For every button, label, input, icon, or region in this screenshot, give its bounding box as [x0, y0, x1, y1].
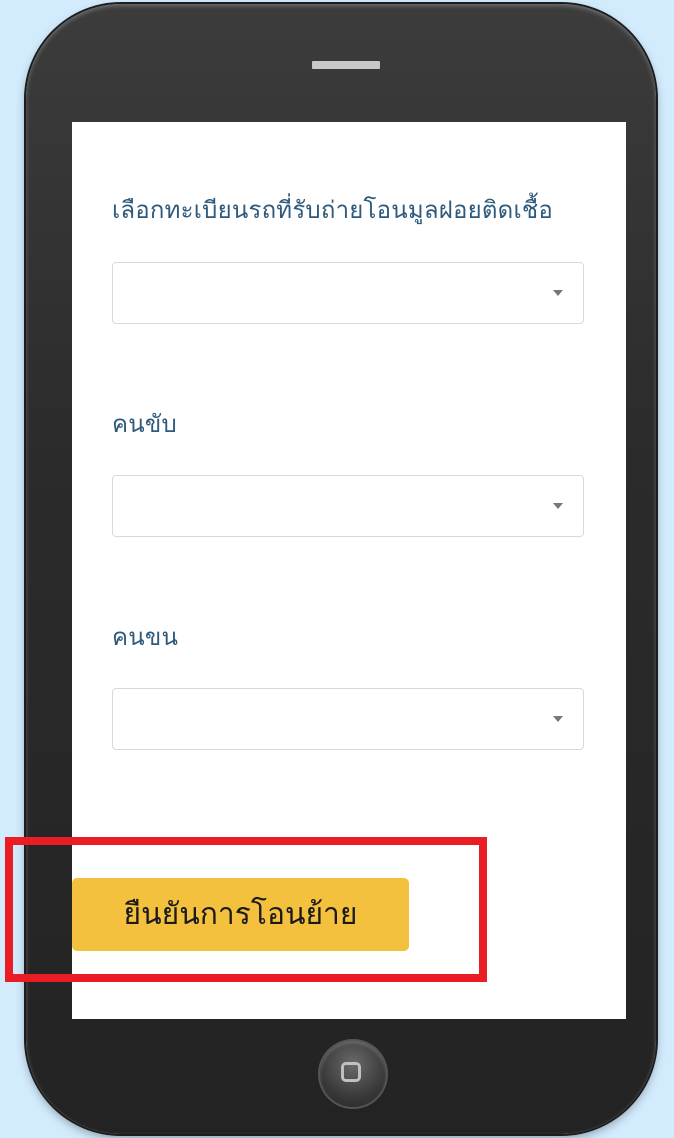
vehicle-registration-select[interactable]: [112, 262, 584, 324]
loader-label: คนขน: [112, 623, 179, 651]
driver-label: คนขับ: [112, 410, 177, 438]
caret-down-icon: [553, 716, 563, 722]
highlight-annotation-box: [5, 837, 487, 982]
vehicle-registration-label: เลือกทะเบียนรถที่รับถ่ายโอนมูลฝอยติดเชื้…: [112, 196, 553, 224]
driver-select[interactable]: [112, 475, 584, 537]
caret-down-icon: [553, 290, 563, 296]
home-button-icon[interactable]: [320, 1041, 386, 1107]
caret-down-icon: [553, 503, 563, 509]
loader-select[interactable]: [112, 688, 584, 750]
home-square-icon: [341, 1062, 361, 1082]
speaker-grille: [312, 61, 380, 69]
